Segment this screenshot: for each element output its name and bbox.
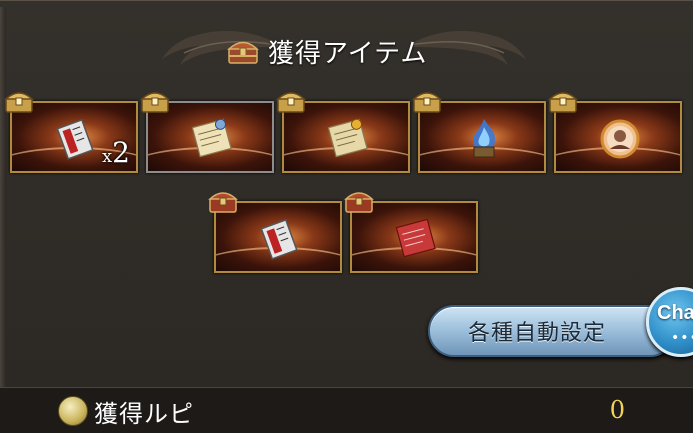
scroll-icon	[327, 118, 368, 158]
rupie-footer: 獲得ルピ 0	[0, 387, 693, 433]
rupie-label: 獲得ルピ	[94, 400, 194, 428]
reward-panel: 獲得アイテム x2 各種自動設定 Cha •• 獲得ルピ 0	[0, 0, 693, 433]
reward-title: 獲得アイテム	[226, 33, 427, 69]
gold-chest-icon	[140, 92, 170, 113]
treasure-chest-icon	[227, 41, 259, 64]
blue-flame-icon	[473, 119, 496, 158]
gold-chest-icon	[548, 92, 578, 113]
rupie-coin-icon	[58, 396, 88, 426]
auto-settings-label: 各種自動設定	[467, 321, 606, 346]
rupie-value: 0	[609, 396, 625, 424]
red-chest-icon	[208, 192, 238, 213]
medallion-icon	[600, 119, 640, 159]
silver-ticket-icon	[56, 118, 94, 160]
red-scroll-icon	[395, 218, 436, 258]
gold-chest-icon	[412, 92, 442, 113]
reward-header: 獲得アイテム	[0, 15, 693, 75]
red-chest-icon	[344, 192, 374, 213]
reward-title-text: 獲得アイテム	[268, 38, 428, 69]
chat-label: Cha	[657, 302, 693, 324]
silver-ticket-icon	[260, 218, 298, 260]
gold-chest-icon	[276, 92, 306, 113]
gold-chest-icon	[4, 92, 34, 113]
chat-dots-icon: •••	[671, 330, 693, 346]
item-count: x2	[102, 136, 130, 169]
scroll-icon	[191, 118, 232, 158]
auto-settings-button[interactable]: 各種自動設定	[428, 305, 676, 357]
